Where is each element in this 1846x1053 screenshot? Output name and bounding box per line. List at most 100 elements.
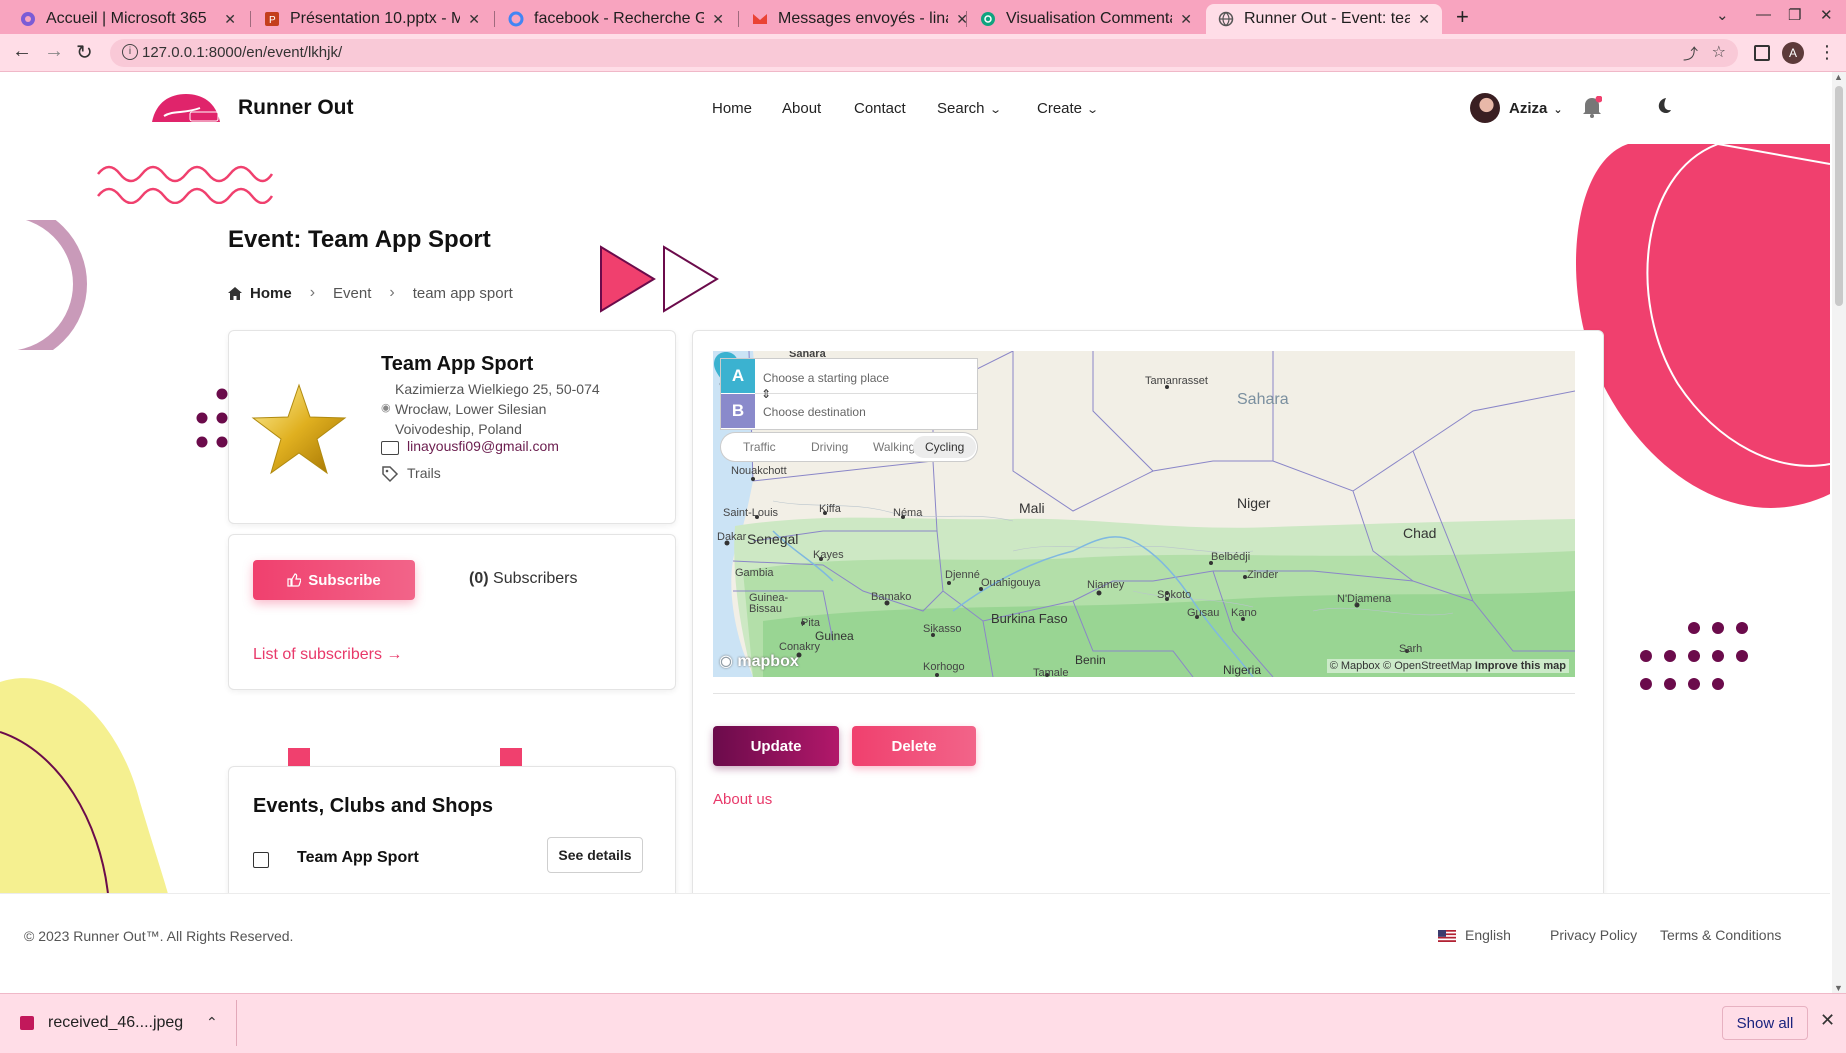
close-icon[interactable]: ✕ <box>712 11 724 28</box>
subscribe-button[interactable]: Subscribe <box>253 560 415 600</box>
tab-title: Accueil | Microsoft 365 <box>46 10 207 27</box>
nav-home[interactable]: Home <box>712 100 752 117</box>
nav-create-dropdown[interactable]: Create ⌄ <box>1037 100 1100 117</box>
minimize-icon[interactable]: — <box>1756 6 1771 23</box>
update-button[interactable]: Update <box>713 726 839 766</box>
chevron-down-icon: ⌄ <box>1086 104 1100 116</box>
chevron-up-icon[interactable]: ⌃ <box>206 1014 218 1031</box>
new-tab-icon[interactable]: + <box>1456 4 1469 30</box>
nav-search-dropdown[interactable]: Search ⌄ <box>937 100 1002 117</box>
route-map[interactable]: Sahara Tamanrasset Sahara Nouakchott Mal… <box>713 351 1575 677</box>
privacy-policy-link[interactable]: Privacy Policy <box>1550 927 1637 943</box>
breadcrumb-event[interactable]: Event <box>333 285 371 302</box>
close-icon[interactable]: ✕ <box>1180 11 1192 28</box>
breadcrumb: Home › Event › team app sport <box>228 284 513 302</box>
browser-tab[interactable]: P Présentation 10.pptx - Mi ✕ <box>252 4 492 34</box>
dots-grid-decoration <box>1640 622 1748 690</box>
browser-tab[interactable]: facebook - Recherche Goo ✕ <box>496 4 736 34</box>
forward-icon[interactable]: → <box>44 40 64 63</box>
directions-panel: A Choose a starting place ⇕ B Choose des… <box>721 359 977 429</box>
see-details-button[interactable]: See details <box>547 837 643 873</box>
close-icon[interactable]: ✕ <box>468 11 480 28</box>
share-icon[interactable]: ⤴ <box>1683 43 1698 64</box>
profile-cycling[interactable]: Cycling <box>913 436 977 458</box>
destination-input[interactable]: Choose destination <box>763 405 866 419</box>
browser-profile-avatar[interactable]: A <box>1782 42 1804 64</box>
starting-place-input[interactable]: Choose a starting place <box>763 371 889 385</box>
map-label: Senegal <box>747 531 799 547</box>
tab-title: facebook - Recherche Goo <box>534 10 705 27</box>
language-selector[interactable]: English <box>1465 927 1511 943</box>
pink-blob-decoration <box>1575 144 1830 508</box>
profile-walking[interactable]: Walking <box>873 440 915 454</box>
site-header: Runner Out Home About Contact Search ⌄ Cr… <box>0 72 1830 142</box>
map-label: Bamako <box>871 591 912 603</box>
event-email-link[interactable]: linayousfi09@gmail.com <box>407 438 559 454</box>
map-label: Niger <box>1237 495 1271 511</box>
download-shelf: received_46....jpeg ⌃ Show all ✕ <box>0 993 1846 1053</box>
map-label: Belbédji <box>1211 551 1251 563</box>
page-scrollbar[interactable]: ▲ ▼ <box>1832 72 1846 993</box>
bookmark-star-icon[interactable]: ☆ <box>1712 42 1726 62</box>
breadcrumb-home[interactable]: Home <box>250 285 292 302</box>
google-icon <box>508 11 524 27</box>
browser-tab[interactable]: Visualisation Commentai ✕ <box>968 4 1204 34</box>
close-window-icon[interactable]: ✕ <box>1820 6 1833 24</box>
restore-icon[interactable]: ❐ <box>1788 6 1801 24</box>
scroll-up-icon[interactable]: ▲ <box>1834 72 1843 82</box>
terms-conditions-link[interactable]: Terms & Conditions <box>1660 927 1781 943</box>
browser-tab-active[interactable]: Runner Out - Event: team ✕ <box>1206 4 1442 34</box>
scrollbar-thumb[interactable] <box>1835 86 1843 306</box>
address-bar: ← → ↻ i 127.0.0.1:8000/en/event/lkhjk/ ⤴… <box>0 34 1846 72</box>
map-label: Sarh <box>1399 643 1423 655</box>
map-label: Chad <box>1403 525 1437 541</box>
close-icon[interactable]: ✕ <box>224 11 236 28</box>
map-label: Korhogo <box>923 661 965 673</box>
delete-button[interactable]: Delete <box>852 726 976 766</box>
show-all-downloads-button[interactable]: Show all <box>1722 1006 1808 1040</box>
reload-icon[interactable]: ↻ <box>76 40 93 65</box>
runner-out-logo[interactable] <box>150 92 222 124</box>
map-label: Pita <box>801 617 820 629</box>
close-icon[interactable]: ✕ <box>1820 1010 1835 1031</box>
web-page: Runner Out Home About Contact Search ⌄ Cr… <box>0 72 1846 993</box>
browser-menu-icon[interactable]: ⋮ <box>1818 42 1836 63</box>
list-of-subscribers-link[interactable]: List of subscribers → <box>253 646 402 664</box>
map-label: Nigeria <box>1223 663 1262 677</box>
downloaded-file-name[interactable]: received_46....jpeg <box>48 1014 183 1032</box>
map-label: Nouakchott <box>731 465 787 477</box>
dots-decoration <box>196 388 228 448</box>
browser-tab[interactable]: Accueil | Microsoft 365 ✕ <box>8 4 248 34</box>
map-card: Sahara Tamanrasset Sahara Nouakchott Mal… <box>692 330 1604 910</box>
user-avatar[interactable] <box>1470 93 1500 123</box>
swap-arrows-icon[interactable]: ⇕ <box>761 387 771 401</box>
url-text[interactable]: 127.0.0.1:8000/en/event/lkhjk/ <box>142 44 342 61</box>
improve-map-link[interactable]: Improve this map <box>1475 660 1566 672</box>
event-category: Trails <box>407 465 441 481</box>
browser-tab[interactable]: Messages envoyés - linayo ✕ <box>740 4 980 34</box>
nav-contact[interactable]: Contact <box>854 100 906 117</box>
location-pin-icon: ◉ <box>381 402 391 414</box>
image-file-icon <box>20 1016 34 1030</box>
brand-name[interactable]: Runner Out <box>238 96 354 120</box>
section-title: Events, Clubs and Shops <box>253 795 494 817</box>
nav-about[interactable]: About <box>782 100 821 117</box>
profile-driving[interactable]: Driving <box>811 440 848 454</box>
url-bar[interactable]: i 127.0.0.1:8000/en/event/lkhjk/ ⤴ ☆ <box>110 39 1738 67</box>
side-panel-icon[interactable] <box>1754 45 1770 61</box>
dark-mode-moon-icon[interactable] <box>1654 97 1672 115</box>
profile-traffic[interactable]: Traffic <box>743 440 776 454</box>
back-icon[interactable]: ← <box>12 40 32 63</box>
destination-marker-b: B <box>721 394 755 428</box>
tab-search-icon[interactable]: ⌄ <box>1716 6 1729 24</box>
notification-bell-icon[interactable] <box>1582 96 1602 118</box>
about-us-link[interactable]: About us <box>713 791 772 808</box>
subscribe-card: Subscribe (0) Subscribers List of subscr… <box>228 534 676 690</box>
mapbox-logo[interactable]: ◉ mapbox <box>719 651 799 671</box>
close-icon[interactable]: ✕ <box>1418 11 1430 28</box>
tab-separator <box>738 11 739 27</box>
scroll-down-icon[interactable]: ▼ <box>1834 983 1843 993</box>
site-info-icon[interactable]: i <box>122 44 138 60</box>
user-menu[interactable]: Aziza ⌄ <box>1509 100 1563 117</box>
tab-title: Visualisation Commentai <box>1006 10 1173 27</box>
